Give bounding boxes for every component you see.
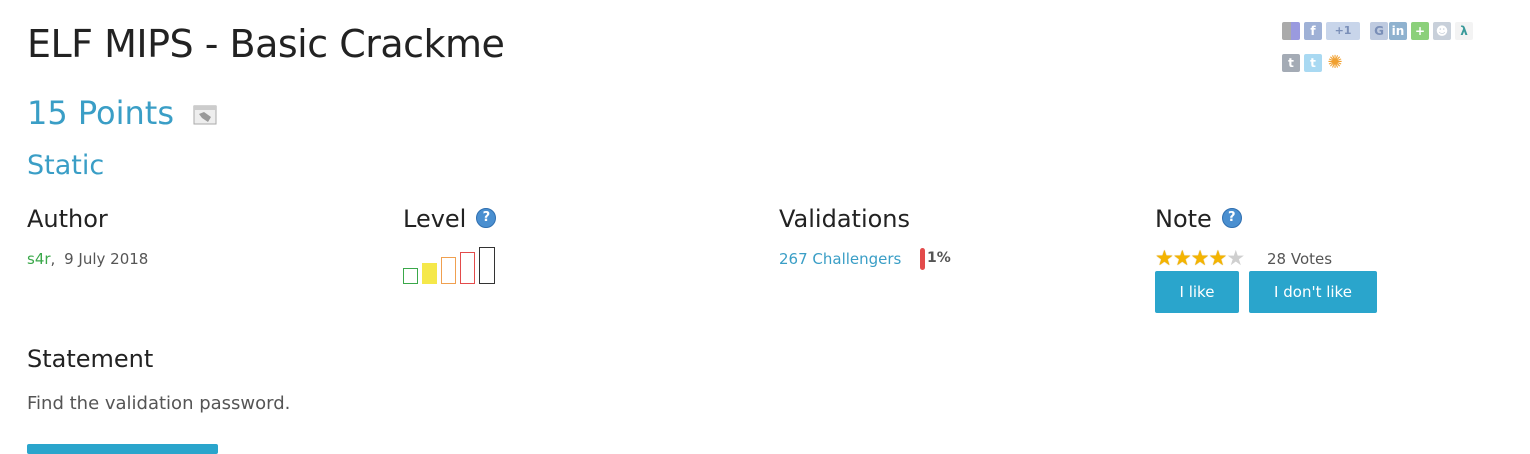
publish-date: 9 July 2018 bbox=[64, 250, 149, 268]
page-title: ELF MIPS - Basic Crackme bbox=[27, 22, 505, 66]
dislike-button[interactable]: I don't like bbox=[1249, 271, 1377, 313]
statement-text: Find the validation password. bbox=[27, 393, 291, 414]
facebook-icon[interactable]: f bbox=[1304, 22, 1322, 40]
level-bar-5 bbox=[479, 247, 495, 284]
like-button[interactable]: I like bbox=[1155, 271, 1239, 313]
help-icon[interactable]: ? bbox=[1221, 208, 1242, 228]
google-icon[interactable]: G bbox=[1370, 22, 1388, 40]
sunflower-icon[interactable]: ✺ bbox=[1326, 54, 1344, 72]
level-bar-3 bbox=[441, 257, 456, 284]
linkedin-icon[interactable]: in bbox=[1389, 22, 1407, 40]
star-icon[interactable]: ★ bbox=[1155, 248, 1174, 269]
statement-heading: Statement bbox=[27, 345, 154, 373]
validation-rate-bar bbox=[920, 248, 925, 270]
validations-heading: Validations bbox=[779, 205, 911, 233]
difficulty-indicator bbox=[403, 246, 503, 284]
level-bar-2 bbox=[422, 263, 437, 284]
add-icon[interactable]: + bbox=[1411, 22, 1429, 40]
star-icon[interactable]: ★ bbox=[1173, 248, 1192, 269]
level-heading: Level? bbox=[403, 205, 497, 233]
author-heading: Author bbox=[27, 205, 108, 233]
scoreboard-icon[interactable] bbox=[193, 104, 217, 126]
star-icon[interactable]: ★ bbox=[1208, 248, 1227, 269]
star-icon[interactable]: ★ bbox=[1191, 248, 1210, 269]
level-bar-4 bbox=[460, 252, 475, 284]
google-plus-one-icon[interactable]: +1 bbox=[1326, 22, 1360, 40]
author-info: s4r, 9 July 2018 bbox=[27, 250, 148, 268]
level-heading-label: Level bbox=[403, 205, 467, 233]
star-icon[interactable]: ★ bbox=[1226, 248, 1245, 269]
viadeo-icon[interactable]: λ bbox=[1455, 22, 1473, 40]
points-value: 15 Points bbox=[27, 94, 175, 132]
note-heading: Note? bbox=[1155, 205, 1242, 233]
tumblr-icon[interactable]: t bbox=[1282, 54, 1300, 72]
start-challenge-button[interactable] bbox=[27, 444, 218, 454]
validation-rate-percent: 1% bbox=[927, 250, 951, 266]
level-bar-1 bbox=[403, 268, 418, 284]
twitter-icon[interactable]: t bbox=[1304, 54, 1322, 72]
help-icon[interactable]: ? bbox=[476, 208, 497, 228]
reddit-icon[interactable]: ☻ bbox=[1433, 22, 1451, 40]
delicious-icon[interactable] bbox=[1282, 22, 1300, 40]
author-separator: , bbox=[50, 250, 56, 268]
author-link[interactable]: s4r bbox=[27, 250, 51, 268]
rating-stars: ★★★★★ bbox=[1155, 248, 1245, 269]
note-heading-label: Note bbox=[1155, 205, 1212, 233]
challengers-link[interactable]: 267 Challengers bbox=[779, 250, 901, 268]
votes-count: 28 Votes bbox=[1267, 250, 1333, 268]
challenge-type[interactable]: Static bbox=[27, 150, 104, 181]
